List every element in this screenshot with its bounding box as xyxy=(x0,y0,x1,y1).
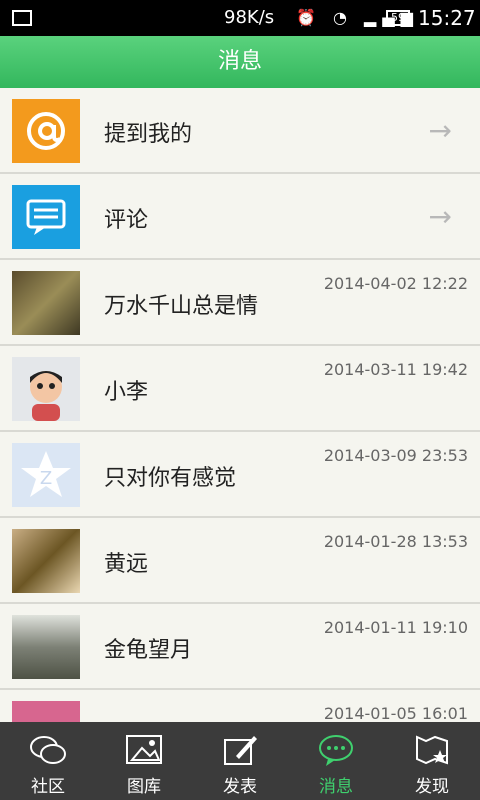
tab-messages[interactable]: 消息 xyxy=(288,722,384,800)
message-date: 2014-03-11 19:42 xyxy=(323,360,468,379)
message-date: 2014-01-05 16:01 xyxy=(323,704,468,722)
avatar xyxy=(12,271,80,335)
list-item-label: 小李 xyxy=(104,380,149,405)
list-item-label: 黄远 xyxy=(104,552,149,577)
message-list[interactable]: 提到我的 → 评论 → 万水千山总是情 2014-04-02 12:22 小李 … xyxy=(0,88,480,722)
tab-label: 消息 xyxy=(319,777,353,797)
status-time: 15:27 xyxy=(418,6,476,30)
tab-label: 发现 xyxy=(415,777,449,797)
tab-label: 图库 xyxy=(127,777,161,797)
tab-label: 社区 xyxy=(31,777,65,797)
arrow-right-icon: → xyxy=(428,114,452,147)
list-item[interactable]: 金龟望月 2014-01-11 19:10 xyxy=(0,604,480,690)
list-item-label: 万水千山总是情 xyxy=(104,294,259,319)
avatar xyxy=(12,701,80,722)
message-date: 2014-04-02 12:22 xyxy=(323,274,468,293)
tab-label: 发表 xyxy=(223,777,257,797)
list-item[interactable]: 小李 2014-03-11 19:42 xyxy=(0,346,480,432)
list-item[interactable]: Z 只对你有感觉 2014-03-09 23:53 xyxy=(0,432,480,518)
battery-indicator: 59 xyxy=(386,10,410,26)
list-item-mentions[interactable]: 提到我的 → xyxy=(0,88,480,174)
chat-bubbles-icon xyxy=(30,736,66,764)
image-notification-icon xyxy=(12,10,32,26)
list-item-comments[interactable]: 评论 → xyxy=(0,174,480,260)
list-item-label: 评论 xyxy=(104,208,149,233)
avatar xyxy=(12,357,80,421)
comment-icon xyxy=(12,185,80,249)
list-item-label: 金龟望月 xyxy=(104,638,193,663)
list-item[interactable]: 黄远 2014-01-28 13:53 xyxy=(0,518,480,604)
avatar xyxy=(12,615,80,679)
svg-text:Z: Z xyxy=(40,468,52,489)
message-date: 2014-03-09 23:53 xyxy=(323,446,468,465)
list-item[interactable]: 2014-01-05 16:01 xyxy=(0,690,480,722)
tab-discover[interactable]: 发现 xyxy=(384,722,480,800)
bottom-navigation: 社区 图库 发表 消息 发现 xyxy=(0,722,480,800)
message-bubble-icon xyxy=(319,735,353,766)
avatar: Z xyxy=(12,443,80,507)
list-item-label: 只对你有感觉 xyxy=(104,466,237,491)
page-header: 消息 xyxy=(0,36,480,88)
status-bar: 98K/s ⏰ ◔ ▂▄▆ 59 15:27 xyxy=(0,0,480,36)
list-item-label: 提到我的 xyxy=(104,122,193,147)
tab-gallery[interactable]: 图库 xyxy=(96,722,192,800)
tab-post[interactable]: 发表 xyxy=(192,722,288,800)
avatar xyxy=(12,529,80,593)
page-title: 消息 xyxy=(217,49,262,74)
tab-community[interactable]: 社区 xyxy=(0,722,96,800)
network-speed: 98K/s xyxy=(224,7,275,28)
message-date: 2014-01-11 19:10 xyxy=(323,618,468,637)
message-date: 2014-01-28 13:53 xyxy=(323,532,468,551)
map-icon xyxy=(416,735,448,765)
arrow-right-icon: → xyxy=(428,200,452,233)
picture-icon xyxy=(126,735,162,764)
compose-icon xyxy=(224,736,257,765)
list-item[interactable]: 万水千山总是情 2014-04-02 12:22 xyxy=(0,260,480,346)
at-icon xyxy=(12,99,80,163)
